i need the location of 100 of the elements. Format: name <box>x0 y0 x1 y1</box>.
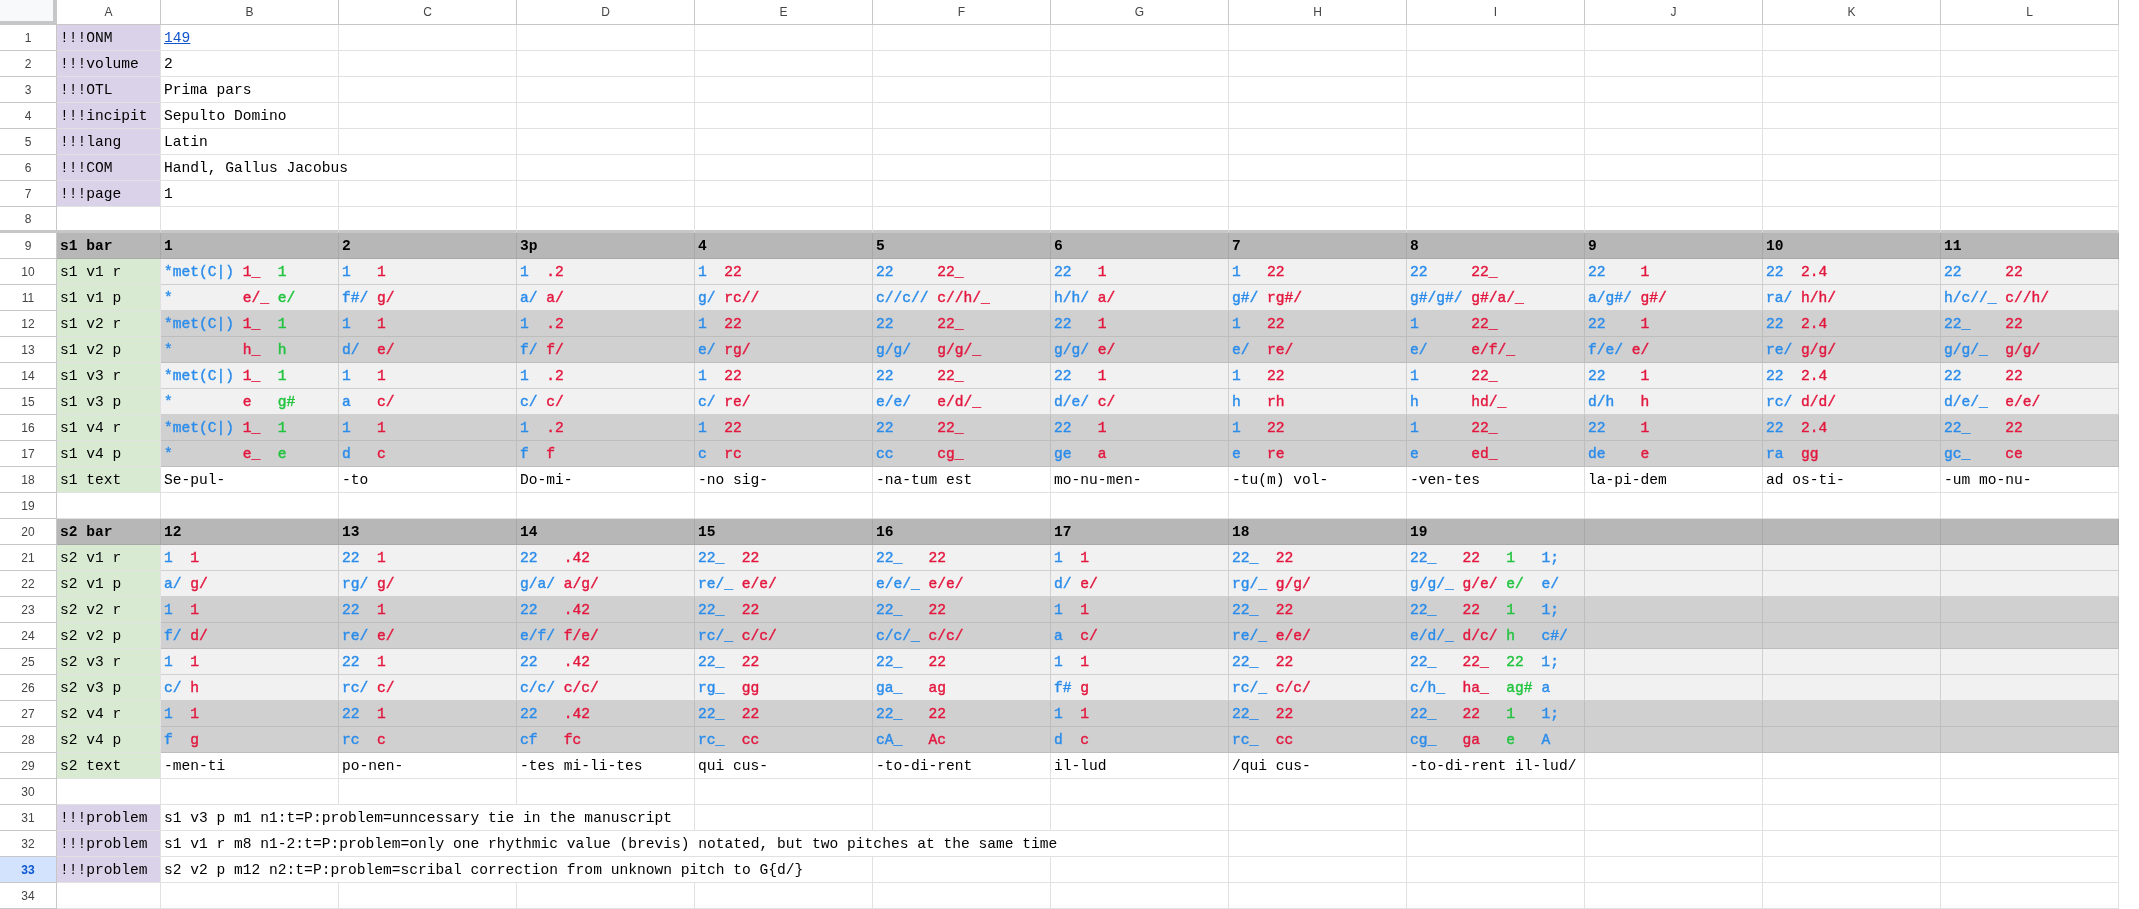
row-number[interactable]: 7 <box>0 181 57 207</box>
table-cell: cf fc <box>517 727 695 753</box>
row-number[interactable]: 10 <box>0 259 57 285</box>
link[interactable]: 149 <box>164 29 191 46</box>
table-cell: !!!problem <box>57 857 161 883</box>
column-header[interactable]: H <box>1229 0 1407 25</box>
table-cell: s2 v2 r <box>57 597 161 623</box>
table-cell: 16 <box>873 519 1051 545</box>
table-cell: -men-ti <box>161 753 339 779</box>
column-header[interactable]: J <box>1585 0 1763 25</box>
table-cell: e re <box>1229 441 1407 467</box>
table-cell: 1 <box>161 181 339 207</box>
table-cell: !!!lang <box>57 129 161 155</box>
table-cell: !!!problem <box>57 831 161 857</box>
column-header[interactable]: C <box>339 0 517 25</box>
table-cell: Se-pul- <box>161 467 339 493</box>
table-cell: s2 text <box>57 753 161 779</box>
row-number[interactable]: 11 <box>0 285 57 311</box>
table-cell: s1 v3 p <box>57 389 161 415</box>
table-cell: e ed_ <box>1407 441 1585 467</box>
table-cell: gc_ ce <box>1941 441 2119 467</box>
table-cell: s1 text <box>57 467 161 493</box>
row-number[interactable]: 20 <box>0 519 57 545</box>
table-cell: 2 <box>339 233 517 259</box>
table-cell: -to-di-rent <box>873 753 1051 779</box>
column-header[interactable]: G <box>1051 0 1229 25</box>
column-header[interactable]: B <box>161 0 339 25</box>
table-cell: * e_ e <box>161 441 339 467</box>
row-number[interactable]: 1 <box>0 25 57 51</box>
table-cell: 14 <box>517 519 695 545</box>
table-cell: -tu(m) vol- <box>1229 467 1407 493</box>
row-number[interactable]: 12 <box>0 311 57 337</box>
row-number[interactable]: 5 <box>0 129 57 155</box>
table-cell: 3p <box>517 233 695 259</box>
column-header[interactable]: D <box>517 0 695 25</box>
table-cell: Do-mi- <box>517 467 695 493</box>
table-cell: !!!problem <box>57 805 161 831</box>
table-cell: d c <box>1051 727 1229 753</box>
select-all-button[interactable] <box>0 0 57 25</box>
row-number[interactable]: 24 <box>0 623 57 649</box>
table-cell: s1 v2 r <box>57 311 161 337</box>
table-cell: s1 v3 r <box>57 363 161 389</box>
row-number[interactable]: 33 <box>0 857 57 883</box>
row-number[interactable]: 25 <box>0 649 57 675</box>
table-cell: 17 <box>1051 519 1229 545</box>
row-number[interactable]: 14 <box>0 363 57 389</box>
row-number[interactable]: 32 <box>0 831 57 857</box>
row-number[interactable]: 2 <box>0 51 57 77</box>
row-number[interactable]: 9 <box>0 233 57 259</box>
table-cell: 10 <box>1763 233 1941 259</box>
row-number[interactable]: 4 <box>0 103 57 129</box>
table-cell: c rc <box>695 441 873 467</box>
table-cell: -to <box>339 467 517 493</box>
column-header[interactable]: A <box>57 0 161 25</box>
row-number[interactable]: 13 <box>0 337 57 363</box>
row-number[interactable]: 26 <box>0 675 57 701</box>
table-cell: il-lud <box>1051 753 1229 779</box>
column-header[interactable]: K <box>1763 0 1941 25</box>
row-number[interactable]: 31 <box>0 805 57 831</box>
column-header[interactable]: F <box>873 0 1051 25</box>
row-number[interactable]: 30 <box>0 779 57 805</box>
table-cell: cg_ ga e A <box>1407 727 1585 753</box>
table-cell: s1 v1 r m8 n1-2:t=P:problem=only one rhythmic value (brevis) notated, but two pitches at the same time <box>161 831 1229 857</box>
table-cell: la-pi-dem <box>1585 467 1763 493</box>
table-cell: 1 <box>161 233 339 259</box>
table-cell: mo-nu-men- <box>1051 467 1229 493</box>
column-header[interactable]: I <box>1407 0 1585 25</box>
row-number[interactable]: 34 <box>0 883 57 909</box>
table-cell: 13 <box>339 519 517 545</box>
table-cell: po-nen- <box>339 753 517 779</box>
row-number[interactable]: 8 <box>0 207 57 233</box>
table-cell: ra gg <box>1763 441 1941 467</box>
row-number[interactable]: 23 <box>0 597 57 623</box>
row-number[interactable]: 18 <box>0 467 57 493</box>
table-cell: 19 <box>1407 519 1585 545</box>
table-cell: !!!ONM <box>57 25 161 51</box>
table-cell: Handl, Gallus Jacobus <box>161 155 517 181</box>
row-number[interactable]: 21 <box>0 545 57 571</box>
row-number[interactable]: 22 <box>0 571 57 597</box>
table-cell: s1 v1 p <box>57 285 161 311</box>
table-cell: 6 <box>1051 233 1229 259</box>
row-number[interactable]: 3 <box>0 77 57 103</box>
column-header[interactable]: E <box>695 0 873 25</box>
table-cell: 4 <box>695 233 873 259</box>
row-number[interactable]: 28 <box>0 727 57 753</box>
table-cell: s2 v2 p m12 n2:t=P:problem=scribal correction from unknown pitch to G{d/} <box>161 857 873 883</box>
row-number[interactable]: 17 <box>0 441 57 467</box>
row-number[interactable]: 16 <box>0 415 57 441</box>
table-cell: f f <box>517 441 695 467</box>
row-number[interactable]: 6 <box>0 155 57 181</box>
column-header[interactable]: L <box>1941 0 2119 25</box>
table-cell: s1 v4 p <box>57 441 161 467</box>
table-cell: ad os-ti- <box>1763 467 1941 493</box>
row-number[interactable]: 19 <box>0 493 57 519</box>
row-number[interactable]: 27 <box>0 701 57 727</box>
row-number[interactable]: 15 <box>0 389 57 415</box>
table-cell: 8 <box>1407 233 1585 259</box>
row-number[interactable]: 29 <box>0 753 57 779</box>
table-cell: 11 <box>1941 233 2119 259</box>
table-cell: 2 <box>161 51 339 77</box>
